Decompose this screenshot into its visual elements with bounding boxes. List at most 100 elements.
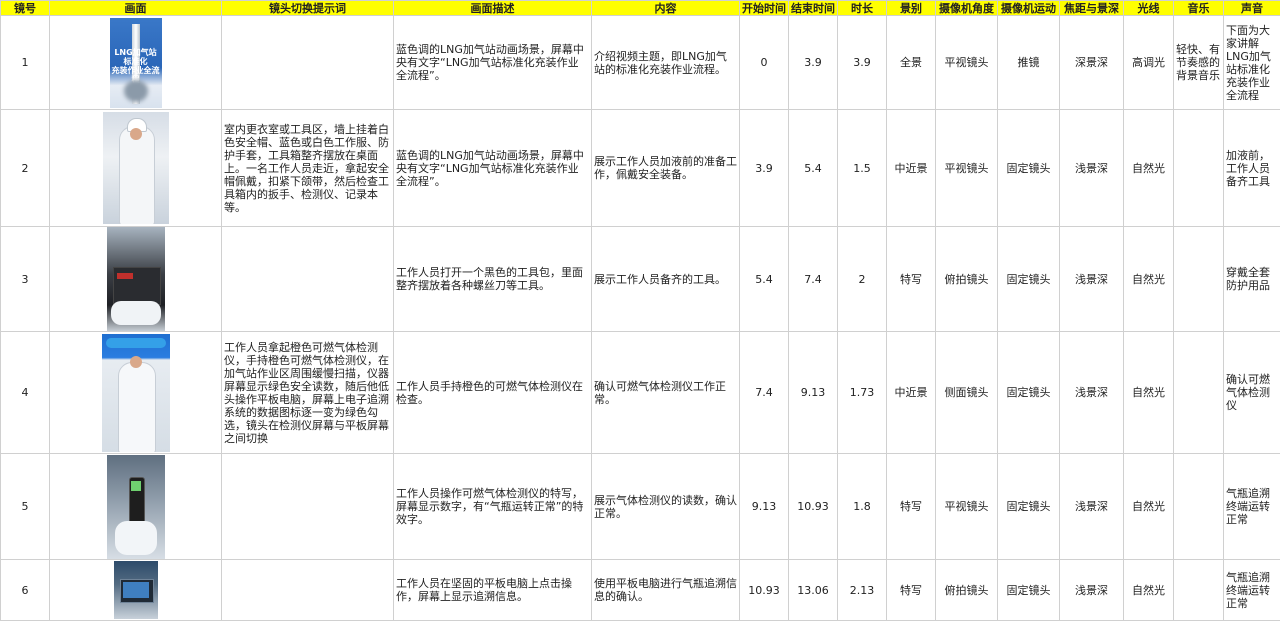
cell-angle[interactable]: 平视镜头: [936, 454, 998, 560]
cell-music[interactable]: [1174, 454, 1224, 560]
cell-light[interactable]: 自然光: [1124, 110, 1174, 227]
cell-no[interactable]: 6: [1, 560, 50, 621]
cell-prompt[interactable]: [222, 16, 394, 110]
cell-duration[interactable]: 1.8: [838, 454, 887, 560]
cell-shot[interactable]: 特写: [887, 560, 936, 621]
cell-angle[interactable]: 侧面镜头: [936, 332, 998, 454]
header-start-time[interactable]: 开始时间: [740, 1, 789, 16]
cell-start[interactable]: 5.4: [740, 227, 789, 332]
cell-desc[interactable]: 工作人员在坚固的平板电脑上点击操作，屏幕上显示追溯信息。: [394, 560, 592, 621]
header-camera-angle[interactable]: 摄像机角度: [936, 1, 998, 16]
cell-end[interactable]: 5.4: [789, 110, 838, 227]
cell-sound[interactable]: 加液前，工作人员备齐工具: [1224, 110, 1280, 227]
cell-light[interactable]: 高调光: [1124, 16, 1174, 110]
header-end-time[interactable]: 结束时间: [789, 1, 838, 16]
cell-no[interactable]: 3: [1, 227, 50, 332]
cell-end[interactable]: 9.13: [789, 332, 838, 454]
cell-content[interactable]: 展示工作人员备齐的工具。: [592, 227, 740, 332]
cell-light[interactable]: 自然光: [1124, 227, 1174, 332]
cell-frame[interactable]: [50, 560, 222, 621]
header-frame[interactable]: 画面: [50, 1, 222, 16]
cell-move[interactable]: 固定镜头: [998, 227, 1060, 332]
cell-end[interactable]: 7.4: [789, 227, 838, 332]
cell-prompt[interactable]: [222, 560, 394, 621]
cell-start[interactable]: 7.4: [740, 332, 789, 454]
cell-music[interactable]: [1174, 110, 1224, 227]
cell-duration[interactable]: 2: [838, 227, 887, 332]
cell-frame[interactable]: LNG加气站标准化 充装作业全流程: [50, 16, 222, 110]
cell-light[interactable]: 自然光: [1124, 454, 1174, 560]
cell-angle[interactable]: 俯拍镜头: [936, 227, 998, 332]
cell-no[interactable]: 5: [1, 454, 50, 560]
header-camera-move[interactable]: 摄像机运动: [998, 1, 1060, 16]
cell-move[interactable]: 固定镜头: [998, 454, 1060, 560]
cell-prompt[interactable]: 工作人员拿起橙色可燃气体检测仪，手持橙色可燃气体检测仪，在加气站作业区周围缓慢扫…: [222, 332, 394, 454]
cell-desc[interactable]: 工作人员打开一个黑色的工具包，里面整齐摆放着各种螺丝刀等工具。: [394, 227, 592, 332]
cell-focus[interactable]: 深景深: [1060, 16, 1124, 110]
cell-focus[interactable]: 浅景深: [1060, 332, 1124, 454]
cell-sound[interactable]: 穿戴全套防护用品: [1224, 227, 1280, 332]
cell-frame[interactable]: [50, 227, 222, 332]
cell-move[interactable]: 推镜: [998, 16, 1060, 110]
cell-end[interactable]: 3.9: [789, 16, 838, 110]
cell-sound[interactable]: 气瓶追溯终端运转正常: [1224, 454, 1280, 560]
cell-frame[interactable]: [50, 332, 222, 454]
cell-start[interactable]: 10.93: [740, 560, 789, 621]
cell-duration[interactable]: 1.5: [838, 110, 887, 227]
cell-prompt[interactable]: [222, 227, 394, 332]
cell-sound[interactable]: 确认可燃气体检测仪: [1224, 332, 1280, 454]
header-light[interactable]: 光线: [1124, 1, 1174, 16]
cell-desc[interactable]: 蓝色调的LNG加气站动画场景，屏幕中央有文字“LNG加气站标准化充装作业全流程”…: [394, 110, 592, 227]
cell-duration[interactable]: 1.73: [838, 332, 887, 454]
cell-focus[interactable]: 浅景深: [1060, 560, 1124, 621]
header-music[interactable]: 音乐: [1174, 1, 1224, 16]
cell-prompt[interactable]: [222, 454, 394, 560]
cell-focus[interactable]: 浅景深: [1060, 110, 1124, 227]
cell-frame[interactable]: [50, 454, 222, 560]
cell-music[interactable]: [1174, 560, 1224, 621]
cell-music[interactable]: [1174, 332, 1224, 454]
cell-no[interactable]: 2: [1, 110, 50, 227]
header-description[interactable]: 画面描述: [394, 1, 592, 16]
cell-focus[interactable]: 浅景深: [1060, 454, 1124, 560]
cell-no[interactable]: 4: [1, 332, 50, 454]
cell-frame[interactable]: [50, 110, 222, 227]
cell-content[interactable]: 展示气体检测仪的读数，确认正常。: [592, 454, 740, 560]
cell-light[interactable]: 自然光: [1124, 560, 1174, 621]
cell-content[interactable]: 确认可燃气体检测仪工作正常。: [592, 332, 740, 454]
cell-prompt[interactable]: 室内更衣室或工具区，墙上挂着白色安全帽、蓝色或白色工作服、防护手套，工具箱整齐摆…: [222, 110, 394, 227]
cell-move[interactable]: 固定镜头: [998, 110, 1060, 227]
header-shot-size[interactable]: 景别: [887, 1, 936, 16]
header-focus[interactable]: 焦距与景深: [1060, 1, 1124, 16]
cell-move[interactable]: 固定镜头: [998, 560, 1060, 621]
cell-start[interactable]: 3.9: [740, 110, 789, 227]
cell-music[interactable]: [1174, 227, 1224, 332]
cell-content[interactable]: 展示工作人员加液前的准备工作，佩戴安全装备。: [592, 110, 740, 227]
cell-shot[interactable]: 全景: [887, 16, 936, 110]
cell-sound[interactable]: 下面为大家讲解LNG加气站标准化充装作业全流程: [1224, 16, 1280, 110]
cell-duration[interactable]: 3.9: [838, 16, 887, 110]
header-content[interactable]: 内容: [592, 1, 740, 16]
cell-shot[interactable]: 中近景: [887, 332, 936, 454]
header-sound[interactable]: 声音: [1224, 1, 1280, 16]
cell-desc[interactable]: 工作人员手持橙色的可燃气体检测仪在检查。: [394, 332, 592, 454]
cell-end[interactable]: 10.93: [789, 454, 838, 560]
cell-angle[interactable]: 俯拍镜头: [936, 560, 998, 621]
header-prompt[interactable]: 镜头切换提示词: [222, 1, 394, 16]
cell-end[interactable]: 13.06: [789, 560, 838, 621]
cell-music[interactable]: 轻快、有节奏感的背景音乐: [1174, 16, 1224, 110]
header-duration[interactable]: 时长: [838, 1, 887, 16]
cell-angle[interactable]: 平视镜头: [936, 16, 998, 110]
cell-angle[interactable]: 平视镜头: [936, 110, 998, 227]
cell-desc[interactable]: 工作人员操作可燃气体检测仪的特写，屏幕显示数字，有“气瓶运转正常”的特效字。: [394, 454, 592, 560]
cell-move[interactable]: 固定镜头: [998, 332, 1060, 454]
cell-content[interactable]: 使用平板电脑进行气瓶追溯信息的确认。: [592, 560, 740, 621]
cell-start[interactable]: 0: [740, 16, 789, 110]
cell-focus[interactable]: 浅景深: [1060, 227, 1124, 332]
cell-shot[interactable]: 特写: [887, 454, 936, 560]
cell-shot[interactable]: 中近景: [887, 110, 936, 227]
header-shot-no[interactable]: 镜号: [1, 1, 50, 16]
cell-content[interactable]: 介绍视频主题，即LNG加气站的标准化充装作业流程。: [592, 16, 740, 110]
cell-sound[interactable]: 气瓶追溯终端运转正常: [1224, 560, 1280, 621]
cell-start[interactable]: 9.13: [740, 454, 789, 560]
